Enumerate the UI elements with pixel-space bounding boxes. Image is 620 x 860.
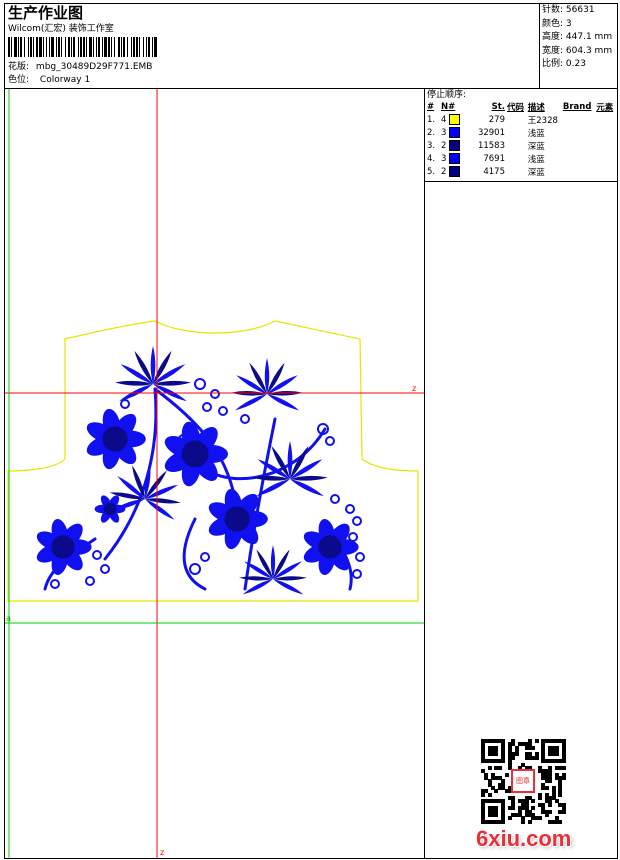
color-sequence-table: # N# St. 代码 描述 Brand 元素 1. 4 279 王2328 2… <box>426 101 616 178</box>
design-file-row: 花版: mbg_30489D29F771.EMB <box>8 62 152 73</box>
color-swatch <box>449 114 461 125</box>
stat-row: 高度: 447.1 mm <box>542 32 613 42</box>
axis-mark-left: a <box>6 614 11 623</box>
table-row: 2. 3 32901 浅蓝 <box>427 127 545 139</box>
table-row: 3. 2 11583 深蓝 <box>427 140 545 152</box>
stat-row: 针数: 56631 <box>542 5 595 15</box>
production-sheet-page: { "header": { "title": "生产作业图", "company… <box>0 0 620 860</box>
palm-leaf-cluster <box>231 358 303 411</box>
company-name: Wilcom(汇宏) 装饰工作室 <box>8 24 114 34</box>
flower-blossom <box>94 495 126 523</box>
stat-row: 颜色: 3 <box>542 18 572 29</box>
axis-mark-right: z <box>412 384 416 393</box>
color-swatch <box>449 140 461 151</box>
design-value: mbg_30489D29F771.EMB <box>35 62 153 72</box>
table-header-row: # N# St. 代码 描述 Brand 元素 <box>427 102 614 113</box>
watermark-site: 6xiu.com <box>476 826 572 851</box>
flower-blossom <box>164 421 228 487</box>
colorway-row: 色位: Colorway 1 <box>8 75 90 86</box>
palm-leaf-cluster <box>252 441 328 497</box>
qr-code: 图章 <box>481 739 566 824</box>
flower-blossom <box>86 408 146 470</box>
stop-sequence-title: 停止顺序: <box>427 90 467 100</box>
table-row: 5. 2 4175 深蓝 <box>427 166 545 178</box>
stat-row: 宽度: 604.3 mm <box>542 45 613 56</box>
seal-text: 图章 <box>516 777 530 785</box>
table-row: 4. 3 7691 浅蓝 <box>427 153 545 165</box>
stat-row: 比例: 0.23 <box>542 59 586 69</box>
table-row: 1. 4 279 王2328 <box>427 114 558 126</box>
design-label: 花版: <box>8 62 30 72</box>
flower-blossom <box>36 519 92 575</box>
seal-stamp: 图章 <box>511 769 535 793</box>
flower-blossom <box>208 488 268 550</box>
axis-mark-bottom: z <box>160 848 164 857</box>
color-swatch <box>449 153 461 164</box>
color-swatch <box>449 166 461 177</box>
embroidery-pattern <box>36 346 365 595</box>
page-title: 生产作业图 <box>8 4 84 22</box>
colorway-value: Colorway 1 <box>39 75 91 85</box>
design-canvas: z z a <box>5 89 424 858</box>
barcode <box>8 37 157 57</box>
color-swatch <box>449 127 461 138</box>
colorway-label: 色位: <box>8 75 30 85</box>
stats-list: 针数: 56631 颜色: 3 高度: 447.1 mm 宽度: 604.3 m… <box>542 5 617 73</box>
